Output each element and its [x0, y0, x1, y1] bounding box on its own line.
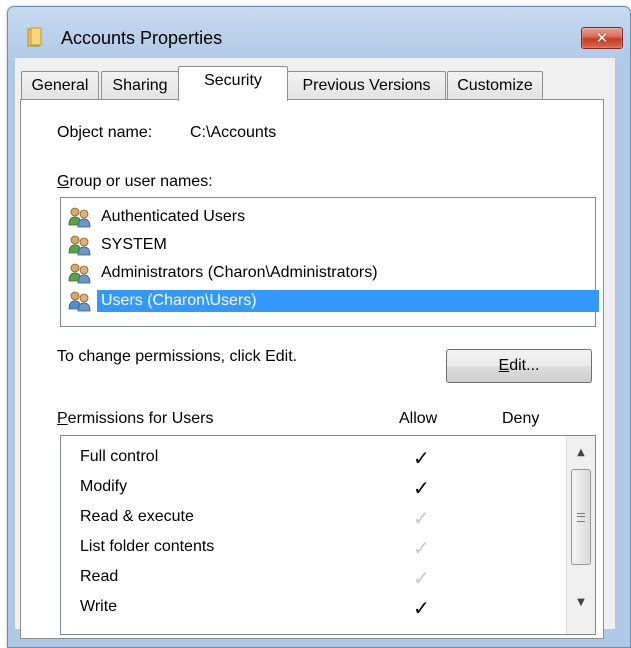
title-bar[interactable]: Accounts Properties ✕	[8, 7, 630, 65]
scroll-up-arrow-icon[interactable]: ▲	[567, 442, 595, 462]
permission-row: List folder contents ✓	[61, 534, 565, 564]
list-item[interactable]: Authenticated Users	[67, 203, 249, 230]
permission-row: Read ✓	[61, 564, 565, 594]
allow-check-icon: ✓	[413, 596, 430, 620]
list-item[interactable]: Administrators (Charon\Administrators)	[67, 259, 382, 286]
allow-check-icon: ✓	[413, 476, 430, 500]
allow-header: Allow	[399, 410, 438, 427]
group-user-listbox[interactable]: Authenticated Users SYSTEM Administrator…	[60, 197, 599, 327]
object-name-label: Object name:	[57, 124, 153, 141]
mnemonic: P	[57, 410, 68, 427]
tab-label: General	[31, 76, 89, 94]
grip-icon	[577, 512, 585, 522]
tab-general[interactable]: General	[21, 71, 99, 99]
tab-sharing[interactable]: Sharing	[101, 71, 179, 99]
tab-label: Security	[204, 72, 262, 89]
list-item-selected[interactable]: Users (Charon\Users)	[67, 287, 599, 314]
close-button[interactable]: ✕	[581, 27, 623, 49]
users-group-icon	[68, 235, 91, 255]
allow-check-icon: ✓	[413, 566, 430, 590]
tab-previous-versions[interactable]: Previous Versions	[287, 71, 446, 99]
permission-row: Modify ✓	[61, 474, 565, 504]
tab-label: Sharing	[112, 76, 168, 94]
permission-row: Write ✓	[61, 594, 565, 624]
permission-name: Full control	[80, 448, 159, 465]
scroll-thumb[interactable]	[571, 469, 591, 565]
edit-button[interactable]: Edit...	[446, 349, 592, 383]
permission-row: Read & execute ✓	[61, 504, 565, 534]
object-name-value: C:\Accounts	[190, 124, 277, 141]
folder-icon	[27, 27, 42, 47]
permissions-list[interactable]: Full control ✓ Modify ✓ Read & execute ✓…	[60, 435, 596, 635]
allow-check-icon: ✓	[413, 536, 430, 560]
user-name: Users (Charon\Users)	[97, 289, 599, 312]
tab-label: Customize	[457, 76, 533, 94]
close-icon: ✕	[595, 28, 609, 47]
mnemonic: E	[498, 357, 510, 374]
permission-name: List folder contents	[80, 538, 215, 555]
user-name: Administrators (Charon\Administrators)	[101, 263, 378, 281]
label-text: roup or user names:	[69, 173, 213, 190]
window-title: Accounts Properties	[61, 28, 223, 48]
permission-row: Full control ✓	[61, 444, 565, 474]
user-name: SYSTEM	[101, 235, 167, 253]
change-permissions-hint: To change permissions, click Edit.	[57, 348, 298, 365]
users-group-icon	[68, 291, 91, 311]
permission-name: Read	[80, 568, 119, 585]
tab-security[interactable]: Security	[178, 66, 288, 101]
allow-check-icon: ✓	[413, 506, 430, 530]
tab-label: Previous Versions	[302, 76, 431, 94]
list-item[interactable]: SYSTEM	[67, 231, 171, 258]
permissions-scrollbar[interactable]: ▲ ▼	[566, 436, 595, 634]
mnemonic: G	[57, 173, 70, 190]
allow-check-icon: ✓	[413, 446, 430, 470]
button-label: dit...	[509, 357, 540, 374]
permission-name: Write	[80, 598, 118, 615]
scroll-down-arrow-icon[interactable]: ▼	[567, 592, 595, 612]
label-text: ermissions for Users	[67, 410, 214, 427]
users-group-icon	[68, 207, 91, 227]
tab-customize[interactable]: Customize	[447, 71, 543, 99]
users-group-icon	[68, 263, 91, 283]
permissions-label: Permissions for Users	[57, 410, 213, 428]
deny-header: Deny	[502, 410, 540, 427]
permission-name: Modify	[80, 478, 128, 495]
user-name: Authenticated Users	[101, 207, 246, 225]
permission-name: Read & execute	[80, 508, 194, 525]
group-or-user-names-label: Group or user names:	[57, 173, 213, 191]
